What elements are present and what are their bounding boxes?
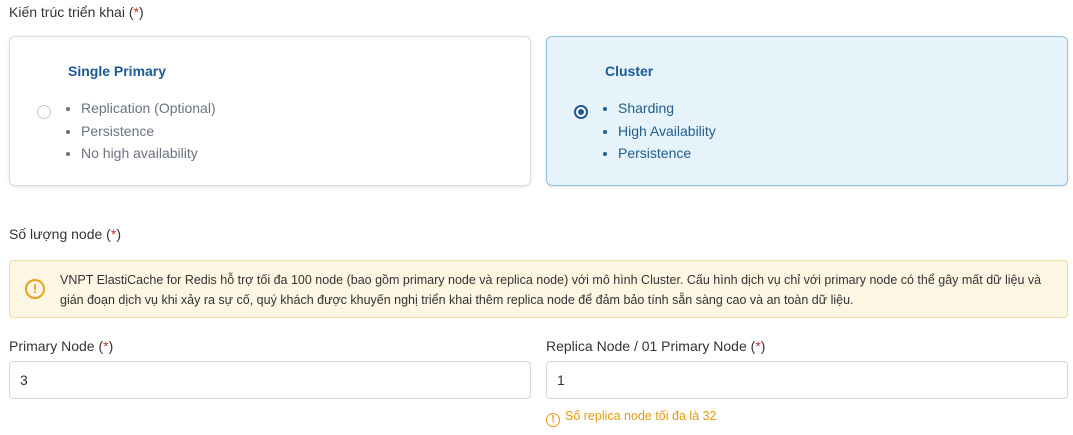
feature-list-cluster: Sharding High Availability Persistence: [601, 97, 716, 165]
feature-item: Persistence: [618, 142, 716, 165]
option-card-cluster[interactable]: Cluster Sharding High Availability Persi…: [546, 36, 1068, 186]
feature-item: Sharding: [618, 97, 716, 120]
feature-item: High Availability: [618, 120, 716, 143]
node-count-label: Số lượng node (*): [9, 226, 121, 242]
info-alert: ! VNPT ElastiCache for Redis hỗ trợ tối …: [9, 260, 1068, 318]
radio-cluster[interactable]: [574, 105, 588, 119]
option-title-cluster: Cluster: [605, 63, 654, 79]
feature-item: Persistence: [81, 120, 216, 143]
architecture-label: Kiến trúc triển khai (*): [9, 4, 144, 20]
replica-node-input[interactable]: [546, 361, 1068, 399]
option-title-single-primary: Single Primary: [68, 63, 167, 79]
feature-list-single-primary: Replication (Optional) Persistence No hi…: [64, 97, 216, 165]
primary-node-input[interactable]: [9, 361, 531, 399]
option-card-single-primary[interactable]: Single Primary Replication (Optional) Pe…: [9, 36, 531, 186]
primary-node-label: Primary Node (*): [9, 338, 114, 354]
replica-node-label: Replica Node / 01 Primary Node (*): [546, 338, 766, 354]
warning-circle-icon: !: [25, 279, 45, 299]
feature-item: No high availability: [81, 142, 216, 165]
alert-text: VNPT ElastiCache for Redis hỗ trợ tối đa…: [60, 273, 1042, 307]
warning-circle-icon: !: [546, 413, 560, 427]
radio-single-primary[interactable]: [37, 105, 51, 119]
feature-item: Replication (Optional): [81, 97, 216, 120]
replica-hint: ! Số replica node tối đa là 32: [546, 409, 717, 427]
